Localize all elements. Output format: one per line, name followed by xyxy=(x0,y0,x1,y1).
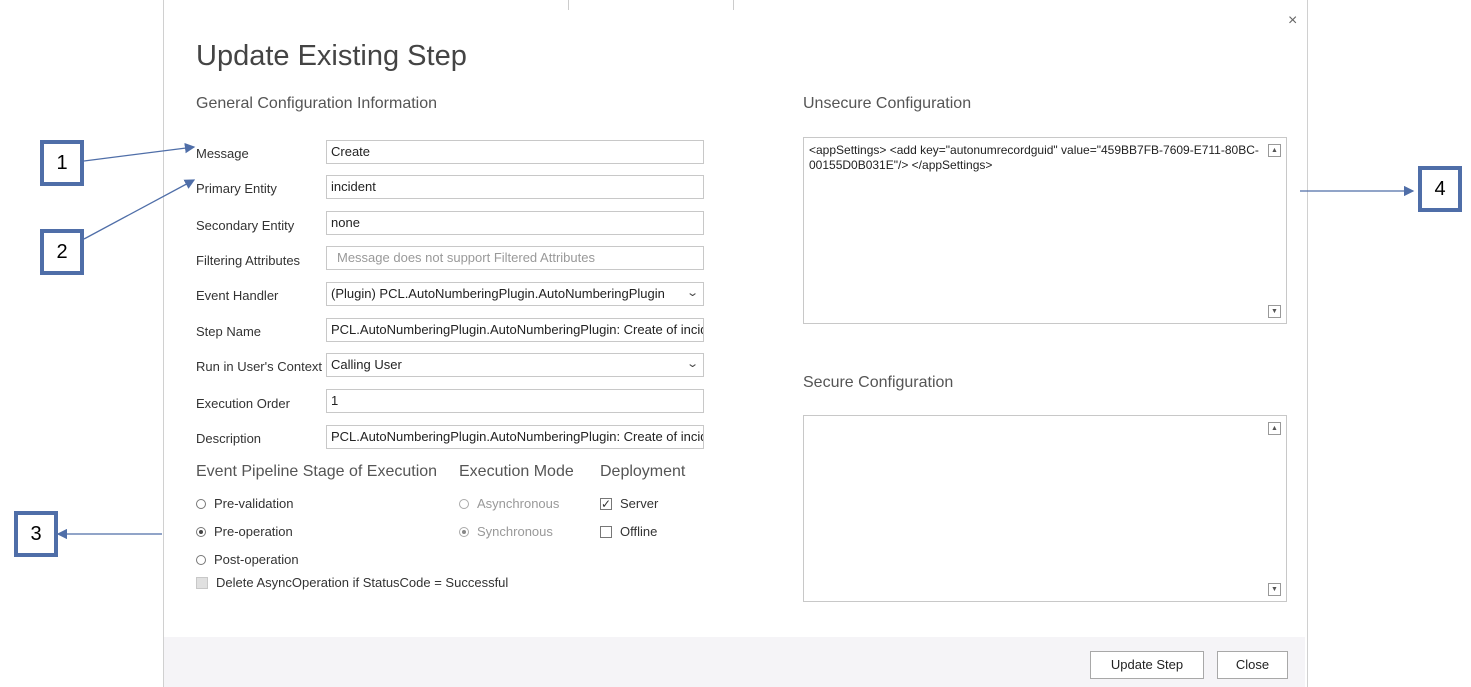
annotation-arrows xyxy=(56,142,1415,540)
callout-1: 1 xyxy=(40,140,84,186)
callout-3: 3 xyxy=(14,511,58,557)
callout-4: 4 xyxy=(1418,166,1462,212)
callout-2: 2 xyxy=(40,229,84,275)
callout-arrow xyxy=(83,142,196,162)
callout-arrow xyxy=(83,179,196,240)
